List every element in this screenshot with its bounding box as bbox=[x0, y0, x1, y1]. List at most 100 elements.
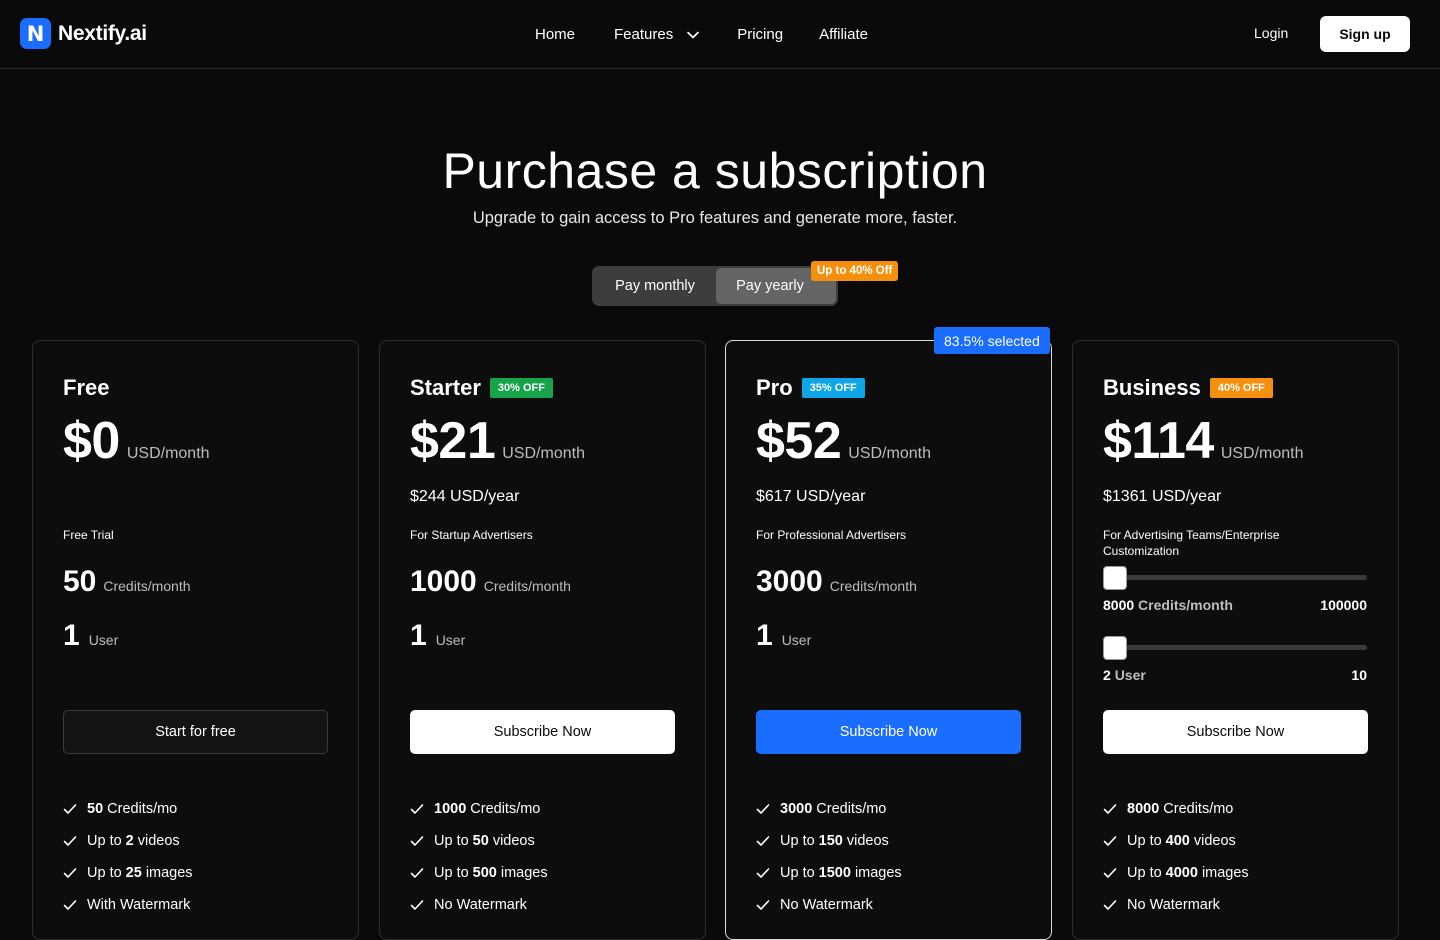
plan-card-free: Free $0 USD/month Free Trial 50 Credits/… bbox=[32, 340, 359, 940]
feature-text: Credits/mo bbox=[107, 801, 178, 817]
feature-item: Up to 150 videos bbox=[756, 825, 902, 857]
brand-name: Nextify.ai bbox=[58, 21, 147, 45]
feature-value: 50 bbox=[87, 801, 104, 817]
feature-item: No Watermark bbox=[410, 889, 548, 921]
feature-text: No Watermark bbox=[1127, 897, 1220, 913]
feature-text: images bbox=[145, 865, 193, 881]
feature-text: Up to bbox=[87, 833, 122, 849]
credits-slider[interactable] bbox=[1103, 565, 1367, 591]
subscribe-business-button[interactable]: Subscribe Now bbox=[1103, 710, 1368, 754]
feature-value: 50 bbox=[472, 833, 489, 849]
pay-monthly-option[interactable]: Pay monthly bbox=[594, 268, 716, 304]
users-slider-thumb[interactable] bbox=[1103, 636, 1127, 660]
users-slider[interactable] bbox=[1103, 635, 1367, 661]
feature-text: videos bbox=[137, 833, 180, 849]
yearly-discount-badge: Up to 40% Off bbox=[811, 261, 899, 281]
plan-header: Business 40% OFF bbox=[1103, 375, 1273, 401]
feature-text: videos bbox=[846, 833, 889, 849]
brand-logo[interactable]: N Nextify.ai bbox=[20, 18, 147, 49]
feature-item: Up to 4000 images bbox=[1103, 857, 1249, 889]
users-unit: User bbox=[435, 632, 466, 648]
credits-slider-track[interactable] bbox=[1103, 575, 1367, 580]
page-title: Purchase a subscription bbox=[442, 143, 988, 199]
credits-unit: Credits/month bbox=[103, 578, 191, 594]
feature-text: No Watermark bbox=[780, 897, 873, 913]
feature-text: images bbox=[1201, 865, 1249, 881]
credits-row: 50 Credits/month bbox=[63, 565, 191, 599]
price-unit: USD/month bbox=[126, 445, 210, 462]
credits-unit: Credits/month bbox=[483, 578, 571, 594]
feature-item: Up to 2 videos bbox=[63, 825, 193, 857]
plan-name: Pro bbox=[756, 375, 793, 400]
credits-unit: Credits/month bbox=[829, 578, 917, 594]
feature-item: 50 Credits/mo bbox=[63, 793, 193, 825]
check-icon bbox=[63, 804, 77, 814]
check-icon bbox=[756, 836, 770, 846]
feature-text: Up to bbox=[780, 833, 815, 849]
plan-card-pro: Pro 35% OFF $52 USD/month $617 USD/year … bbox=[725, 340, 1052, 940]
top-navbar: N Nextify.ai Home Features Pricing Affil… bbox=[0, 0, 1440, 69]
nav-features-dropdown[interactable]: Features bbox=[614, 26, 700, 43]
feature-text: Credits/mo bbox=[1163, 801, 1234, 817]
nav-affiliate-link[interactable]: Affiliate bbox=[819, 26, 868, 43]
feature-item: No Watermark bbox=[1103, 889, 1249, 921]
feature-text: videos bbox=[1193, 833, 1236, 849]
check-icon bbox=[756, 804, 770, 814]
login-link[interactable]: Login bbox=[1254, 25, 1288, 41]
nav-features-label: Features bbox=[614, 26, 674, 43]
subscribe-pro-button[interactable]: Subscribe Now bbox=[756, 710, 1021, 754]
check-icon bbox=[410, 804, 424, 814]
feature-text: Up to bbox=[434, 833, 469, 849]
price-row: $21 USD/month bbox=[410, 411, 585, 471]
users-slider-max: 10 bbox=[1351, 667, 1367, 683]
feature-value: 500 bbox=[472, 865, 497, 881]
plan-name: Business bbox=[1103, 375, 1201, 400]
feature-list: 50 Credits/mo Up to 2 videos Up to 25 images Wit… bbox=[63, 793, 193, 921]
users-slider-track[interactable] bbox=[1103, 645, 1367, 650]
feature-item: 3000 Credits/mo bbox=[756, 793, 902, 825]
check-icon bbox=[63, 900, 77, 910]
feature-text: Up to bbox=[1127, 865, 1162, 881]
credits-slider-max: 100000 bbox=[1320, 597, 1367, 613]
check-icon bbox=[410, 836, 424, 846]
feature-list: 1000 Credits/mo Up to 50 videos Up to 500 image… bbox=[410, 793, 548, 921]
signup-button[interactable]: Sign up bbox=[1320, 16, 1410, 52]
feature-value: 1000 bbox=[434, 801, 467, 817]
feature-value: 1500 bbox=[818, 865, 851, 881]
nav-home-link[interactable]: Home bbox=[535, 26, 575, 43]
credits-value: 3000 bbox=[756, 565, 823, 598]
discount-badge: 40% OFF bbox=[1209, 378, 1273, 398]
users-slider-values: 2 User 10 bbox=[1103, 667, 1367, 683]
nav-pricing-link[interactable]: Pricing bbox=[737, 26, 783, 43]
credits-value: 50 bbox=[63, 565, 97, 598]
feature-item: With Watermark bbox=[63, 889, 193, 921]
feature-item: 8000 Credits/mo bbox=[1103, 793, 1249, 825]
feature-item: Up to 50 videos bbox=[410, 825, 548, 857]
check-icon bbox=[63, 836, 77, 846]
feature-text: With Watermark bbox=[87, 897, 191, 913]
yearly-price: $244 USD/year bbox=[410, 488, 520, 505]
feature-list: 3000 Credits/mo Up to 150 videos Up to 1500 ima… bbox=[756, 793, 902, 921]
users-unit: User bbox=[88, 632, 119, 648]
discount-badge: 35% OFF bbox=[801, 378, 865, 398]
billing-toggle: Pay monthly Pay yearly bbox=[592, 266, 838, 306]
feature-item: Up to 25 images bbox=[63, 857, 193, 889]
plan-audience: Free Trial bbox=[63, 528, 114, 542]
feature-text: No Watermark bbox=[434, 897, 527, 913]
subscribe-starter-button[interactable]: Subscribe Now bbox=[410, 710, 675, 754]
plan-header: Free bbox=[63, 375, 109, 401]
feature-item: 1000 Credits/mo bbox=[410, 793, 548, 825]
feature-text: Credits/mo bbox=[816, 801, 887, 817]
feature-item: Up to 1500 images bbox=[756, 857, 902, 889]
feature-value: 4000 bbox=[1165, 865, 1198, 881]
start-for-free-button[interactable]: Start for free bbox=[63, 710, 328, 754]
feature-text: videos bbox=[492, 833, 535, 849]
check-icon bbox=[410, 900, 424, 910]
yearly-price: $617 USD/year bbox=[756, 488, 866, 505]
credits-unit: Credits/month bbox=[1138, 597, 1233, 613]
users-slider-readout: 2 User bbox=[1103, 667, 1146, 683]
credits-slider-thumb[interactable] bbox=[1103, 566, 1127, 590]
page-subtitle: Upgrade to gain access to Pro features a… bbox=[472, 209, 958, 227]
plan-price: $0 bbox=[63, 412, 120, 470]
feature-text: Up to bbox=[87, 865, 122, 881]
